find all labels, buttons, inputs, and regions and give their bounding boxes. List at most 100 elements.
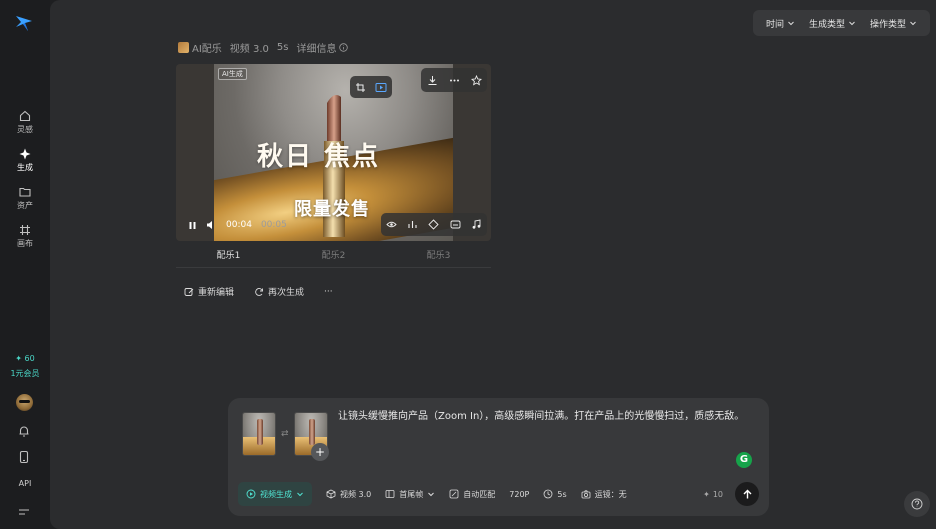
more-icon[interactable]	[449, 75, 460, 86]
auto-match-label: 自动匹配	[463, 489, 496, 499]
reedit-button[interactable]: 重新编辑	[184, 285, 234, 298]
sidebar-item-assets[interactable]: 资产	[0, 186, 50, 211]
regenerate-button[interactable]: 再次生成	[254, 285, 304, 298]
avatar[interactable]	[16, 394, 33, 411]
volume-icon[interactable]	[206, 220, 217, 230]
ai-generated-tag: AI生成	[218, 68, 247, 80]
time-filter-label: 时间	[765, 19, 784, 30]
sidebar-item-label: 生成	[17, 163, 33, 172]
eye-icon[interactable]	[386, 219, 397, 230]
add-image-button[interactable]: +	[311, 443, 329, 461]
duration-label: 5s	[276, 42, 289, 53]
aspect-icon	[449, 489, 459, 499]
frame-mode-select[interactable]: 首尾帧	[385, 489, 435, 500]
duration-select-label: 5s	[557, 489, 567, 499]
pause-icon[interactable]	[188, 221, 197, 230]
generation-mode-select[interactable]: 视频生成	[238, 482, 312, 506]
subtitle-icon[interactable]	[450, 219, 461, 230]
info-icon	[339, 43, 349, 52]
video-subhead: 限量发售	[294, 199, 370, 220]
credit-cost: ✦ 10	[703, 490, 723, 499]
refresh-icon	[255, 287, 263, 296]
filter-bar: 时间 生成类型 操作类型	[752, 10, 930, 36]
star-icon[interactable]	[470, 74, 482, 86]
membership-link[interactable]: 1元会员	[0, 368, 50, 379]
arrow-up-icon	[743, 489, 751, 498]
gen-type-filter-button[interactable]: 生成类型	[802, 10, 863, 36]
generation-mode-label: 视频生成	[260, 489, 292, 499]
sidebar-item-label: 画布	[17, 239, 33, 248]
total-time: 00:05	[260, 220, 287, 230]
chevron-down-icon	[849, 21, 855, 26]
first-frame-thumbnail[interactable]	[242, 412, 276, 456]
prompt-composer: ⇄ + 让镜头缓慢推向产品（Zoom In），高级感瞬间拉满。打在产品上的光慢慢…	[228, 398, 769, 516]
cube-icon	[326, 489, 336, 499]
camera-motion-select[interactable]: 运镜：无	[581, 489, 627, 500]
op-type-filter-label: 操作类型	[869, 19, 906, 30]
reedit-label: 重新编辑	[198, 288, 235, 298]
crop-icon[interactable]	[355, 82, 366, 93]
aspect-resolution-select[interactable]: 自动匹配 720P	[449, 489, 529, 500]
help-button[interactable]	[904, 491, 930, 517]
chevron-down-icon	[910, 21, 916, 26]
model-select-label: 视频 3.0	[340, 489, 372, 499]
home-icon	[19, 110, 31, 122]
sidebar-item-generate[interactable]: 生成	[0, 148, 50, 173]
grammarly-icon[interactable]: G	[736, 452, 752, 468]
duration-select[interactable]: 5s	[543, 489, 567, 499]
api-link[interactable]: API	[0, 479, 50, 488]
sidebar-item-canvas[interactable]: 画布	[0, 224, 50, 249]
menu-icon[interactable]	[17, 505, 31, 519]
folder-icon	[19, 187, 31, 197]
question-icon	[911, 498, 923, 510]
frame-icon	[20, 225, 30, 235]
resolution-label: 720P	[509, 489, 530, 499]
sidebar-item-inspiration[interactable]: 灵感	[0, 110, 50, 135]
prompt-input[interactable]: 让镜头缓慢推向产品（Zoom In），高级感瞬间拉满。打在产品上的光慢慢扫过，质…	[338, 410, 749, 424]
tab-music-2[interactable]: 配乐2	[281, 244, 386, 267]
sparkle-icon	[19, 148, 31, 160]
video-headline: 秋日 焦点	[257, 142, 381, 172]
swap-icon[interactable]: ⇄	[281, 429, 289, 439]
music-note-icon[interactable]	[471, 219, 482, 230]
time-filter-button[interactable]: 时间	[759, 10, 802, 36]
tab-music-3[interactable]: 配乐3	[386, 244, 491, 267]
mobile-icon[interactable]	[17, 450, 31, 464]
send-button[interactable]	[735, 482, 759, 506]
tab-music-1[interactable]: 配乐1	[176, 244, 281, 267]
player-tools	[381, 213, 487, 236]
diamond-icon[interactable]	[428, 219, 440, 230]
details-label: 详细信息	[296, 44, 337, 55]
equalizer-icon[interactable]	[407, 219, 418, 230]
frames-icon	[385, 490, 395, 498]
model-select[interactable]: 视频 3.0	[326, 489, 371, 500]
chevron-down-icon	[428, 492, 435, 497]
ai-music-badge: AI配乐	[178, 40, 222, 55]
credits-value[interactable]: ✦ 60	[0, 354, 50, 363]
regenerate-label: 再次生成	[268, 288, 305, 298]
sidebar-item-label: 资产	[17, 201, 33, 210]
result-actions: 重新编辑 再次生成 ···	[184, 285, 333, 298]
op-type-filter-button[interactable]: 操作类型	[863, 10, 924, 36]
sidebar: 灵感 生成 资产 画布 ✦ 60 1元会员 API	[0, 0, 50, 529]
composer-toolbar: 视频生成 视频 3.0 首尾帧 自动匹配 720P 5s 运镜：无 ✦ 10	[238, 482, 759, 506]
gen-type-filter-label: 生成类型	[808, 19, 845, 30]
frame-tools	[350, 76, 392, 98]
details-link[interactable]: 详细信息	[296, 40, 349, 55]
model-label: 视频 3.0	[229, 44, 269, 55]
video-player[interactable]: AI生成 秋日 焦点 限量发售 00:04 00:05	[176, 64, 491, 241]
bell-icon[interactable]	[17, 424, 31, 438]
player-top-actions	[421, 68, 487, 92]
download-icon[interactable]	[427, 75, 438, 86]
video-meta-row: AI配乐 视频 3.0 5s 详细信息	[178, 40, 349, 55]
video-frame-icon[interactable]	[375, 82, 387, 93]
playback-controls: 00:04 00:05	[188, 220, 287, 230]
chevron-down-icon	[297, 492, 303, 497]
clock-icon	[543, 489, 553, 499]
frame-mode-label: 首尾帧	[399, 489, 424, 499]
video-generate-icon	[246, 489, 256, 499]
edit-icon	[184, 287, 194, 296]
more-actions-button[interactable]: ···	[324, 287, 333, 297]
camera-icon	[581, 490, 591, 499]
app-logo-icon[interactable]	[14, 13, 34, 33]
